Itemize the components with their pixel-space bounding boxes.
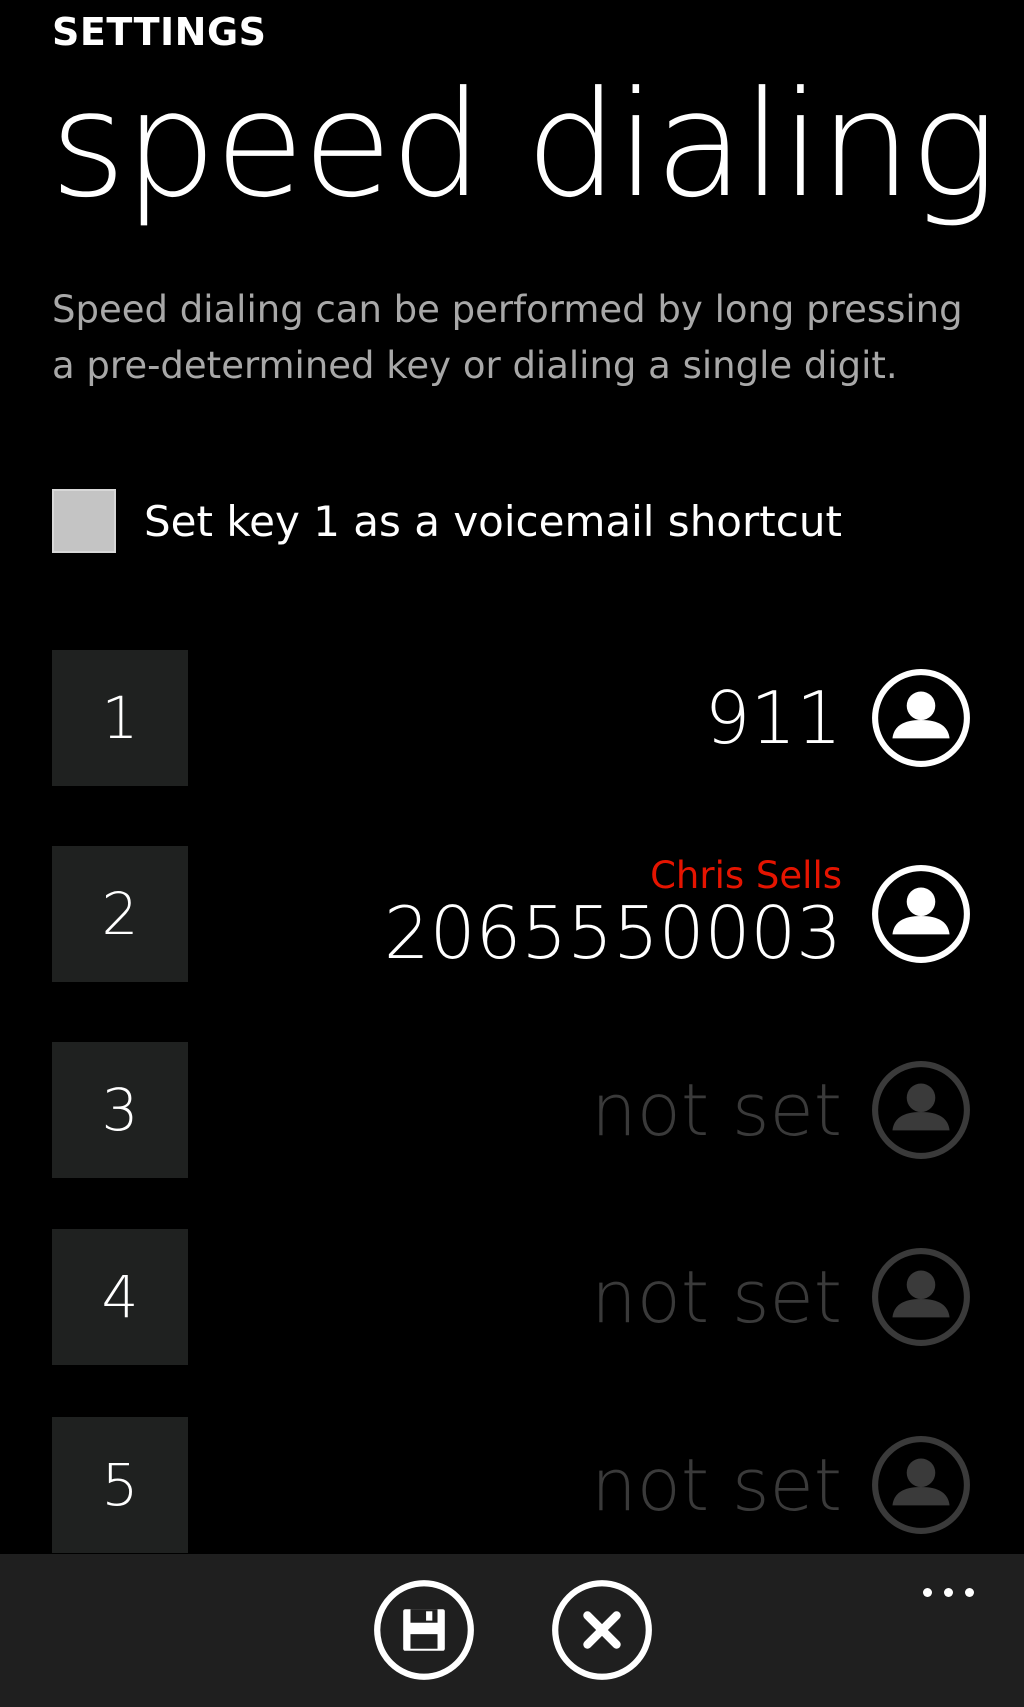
speed-dial-entry[interactable]: not set <box>591 1042 842 1178</box>
speed-dial-not-set: not set <box>591 1443 842 1527</box>
contact-picker-icon[interactable] <box>870 1434 972 1536</box>
speed-dial-key[interactable]: 1 <box>52 650 188 786</box>
contact-picker-icon[interactable] <box>870 863 972 965</box>
speed-dial-row: 3 not set <box>52 1042 972 1178</box>
description-text: Speed dialing can be performed by long p… <box>52 288 963 387</box>
close-icon[interactable] <box>550 1578 654 1682</box>
ellipsis-dot <box>944 1588 953 1597</box>
ellipsis-dot <box>965 1588 974 1597</box>
speed-dial-row: 2 Chris Sells 2065550003 <box>52 846 972 982</box>
voicemail-shortcut-label: Set key 1 as a voicemail shortcut <box>144 496 842 546</box>
contact-picker-icon[interactable] <box>870 1059 972 1161</box>
speed-dial-key[interactable]: 3 <box>52 1042 188 1178</box>
voicemail-shortcut-checkbox[interactable] <box>52 489 116 553</box>
speed-dial-entry[interactable]: 911 <box>705 650 842 786</box>
app-bar <box>0 1554 1024 1707</box>
speed-dial-entry[interactable]: not set <box>591 1417 842 1553</box>
speed-dial-number: 2065550003 <box>383 891 842 975</box>
speed-dial-row: 1 911 <box>52 650 972 786</box>
section-label: SETTINGS <box>52 10 267 54</box>
speed-dial-not-set: not set <box>591 1068 842 1152</box>
contact-picker-icon[interactable] <box>870 667 972 769</box>
voicemail-shortcut-option[interactable]: Set key 1 as a voicemail shortcut <box>52 487 842 555</box>
speed-dial-number: 911 <box>704 676 842 760</box>
speed-dial-key[interactable]: 4 <box>52 1229 188 1365</box>
page-title: speed dialing <box>50 60 997 230</box>
speed-dial-not-set: not set <box>591 1255 842 1339</box>
speed-dial-key[interactable]: 2 <box>52 846 188 982</box>
speed-dial-key[interactable]: 5 <box>52 1417 188 1553</box>
speed-dial-entry[interactable]: not set <box>591 1229 842 1365</box>
speed-dial-row: 5 not set <box>52 1417 972 1553</box>
ellipsis-dot <box>923 1588 932 1597</box>
ellipsis-icon[interactable] <box>923 1588 974 1597</box>
save-icon[interactable] <box>372 1578 476 1682</box>
contact-picker-icon[interactable] <box>870 1246 972 1348</box>
speed-dial-entry[interactable]: Chris Sells 2065550003 <box>384 846 842 982</box>
speed-dial-row: 4 not set <box>52 1229 972 1365</box>
